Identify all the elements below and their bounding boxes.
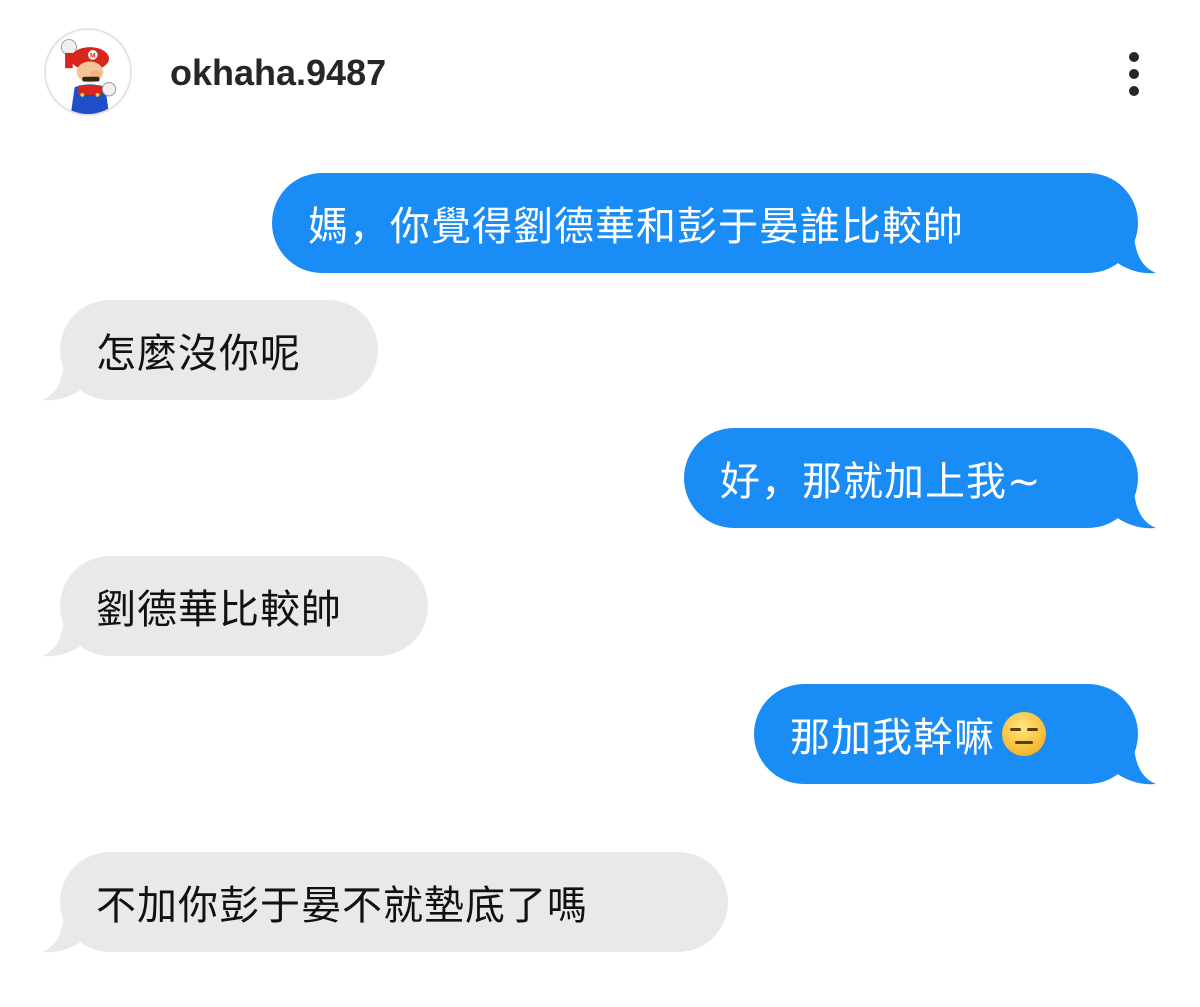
message-text: 劉德華比較帥 xyxy=(96,587,342,633)
message-thread: 媽，你覺得劉德華和彭于晏誰比較帥 怎麼沒你呢 好，那就加上我~ 劉德華比較帥 那… xyxy=(0,0,1200,1007)
message-text: 那加我幹嘛 xyxy=(790,715,995,761)
bubble-tail xyxy=(1112,490,1156,529)
sent-message-bubble[interactable]: 媽，你覺得劉德華和彭于晏誰比較帥 xyxy=(272,173,1156,274)
sent-message-bubble[interactable]: 那加我幹嘛 xyxy=(754,684,1156,785)
bubble-tail xyxy=(42,362,86,401)
received-message-bubble[interactable]: 不加你彭于晏不就墊底了嗎 xyxy=(42,852,728,953)
message-text: 好，那就加上我~ xyxy=(720,459,1042,505)
message-text: 不加你彭于晏不就墊底了嗎 xyxy=(96,883,588,929)
message-text: 怎麼沒你呢 xyxy=(96,331,301,377)
bubble-tail xyxy=(42,618,86,657)
expressionless-face-icon xyxy=(1002,712,1046,756)
bubble-tail xyxy=(42,914,86,953)
message-text: 媽，你覺得劉德華和彭于晏誰比較帥 xyxy=(308,204,964,250)
bubble-tail xyxy=(1112,746,1156,785)
received-message-bubble[interactable]: 劉德華比較帥 xyxy=(42,556,428,657)
received-message-bubble[interactable]: 怎麼沒你呢 xyxy=(42,300,378,401)
bubble-tail xyxy=(1112,235,1156,274)
sent-message-bubble[interactable]: 好，那就加上我~ xyxy=(684,428,1156,529)
